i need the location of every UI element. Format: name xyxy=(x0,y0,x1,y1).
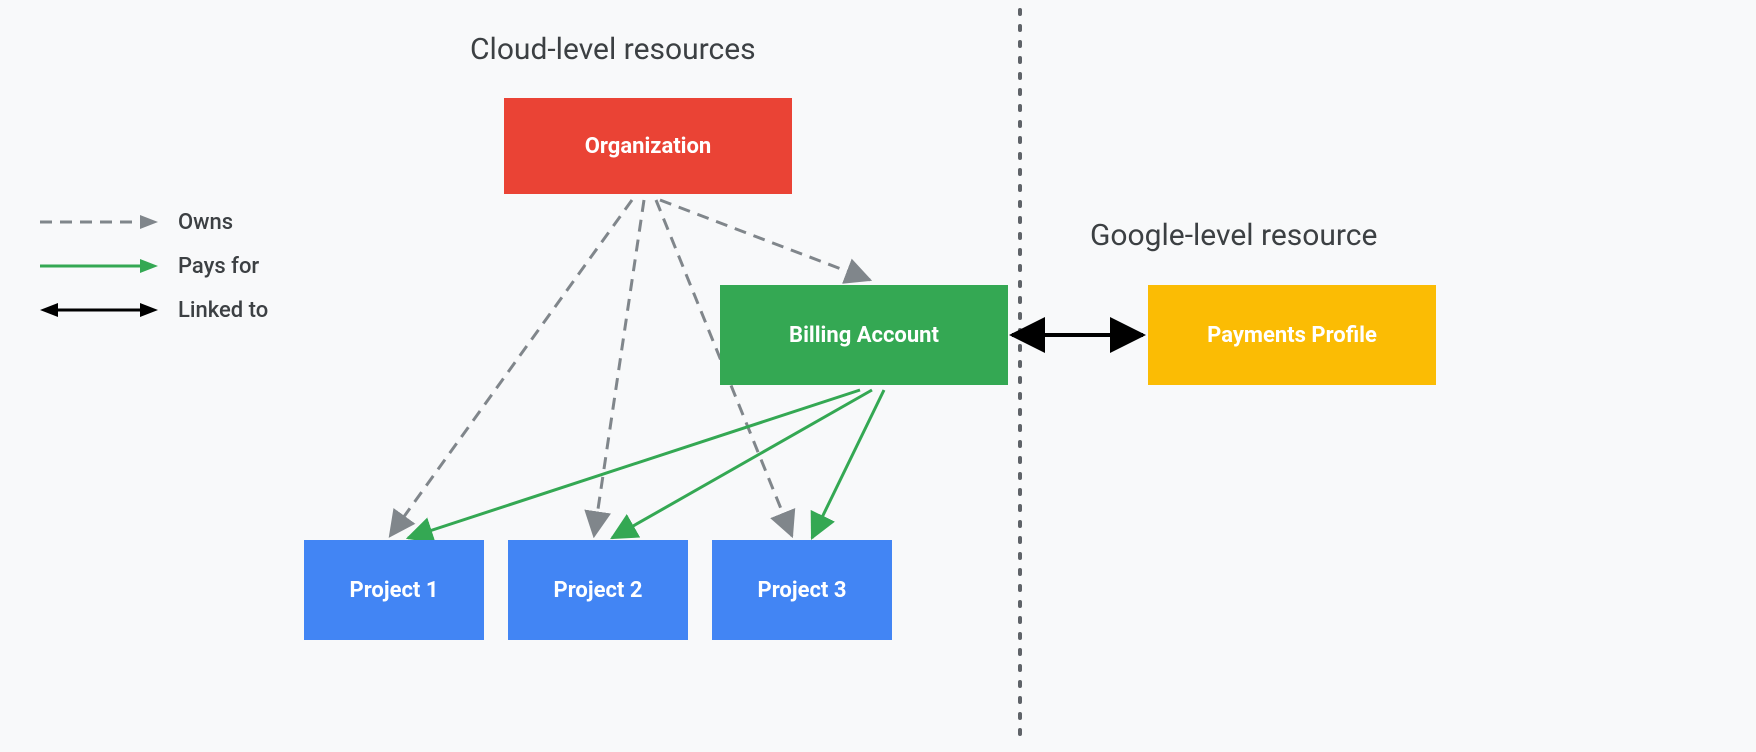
cloud-level-title: Cloud-level resources xyxy=(470,32,756,67)
legend-label-pays: Pays for xyxy=(178,254,259,279)
google-level-title: Google-level resource xyxy=(1090,218,1377,253)
arrow-pays-icon xyxy=(40,254,160,278)
project-2-box: Project 2 xyxy=(508,540,688,640)
legend-label-linked: Linked to xyxy=(178,298,268,323)
legend-label-owns: Owns xyxy=(178,210,233,235)
pays-billing-to-project2 xyxy=(612,390,872,538)
project-1-box: Project 1 xyxy=(304,540,484,640)
arrow-linked-icon xyxy=(40,298,160,322)
owns-org-to-project1 xyxy=(390,200,632,536)
arrow-owns-icon xyxy=(40,210,160,234)
pays-billing-to-project3 xyxy=(812,390,884,538)
pays-billing-to-project1 xyxy=(408,390,860,538)
legend: Owns Pays for Linked to xyxy=(40,200,268,332)
organization-box: Organization xyxy=(504,98,792,194)
owns-org-to-project2 xyxy=(594,200,644,536)
billing-account-box: Billing Account xyxy=(720,285,1008,385)
legend-row-linked: Linked to xyxy=(40,288,268,332)
payments-profile-box: Payments Profile xyxy=(1148,285,1436,385)
legend-row-owns: Owns xyxy=(40,200,268,244)
legend-row-pays: Pays for xyxy=(40,244,268,288)
owns-org-to-billing xyxy=(660,200,870,280)
project-3-box: Project 3 xyxy=(712,540,892,640)
